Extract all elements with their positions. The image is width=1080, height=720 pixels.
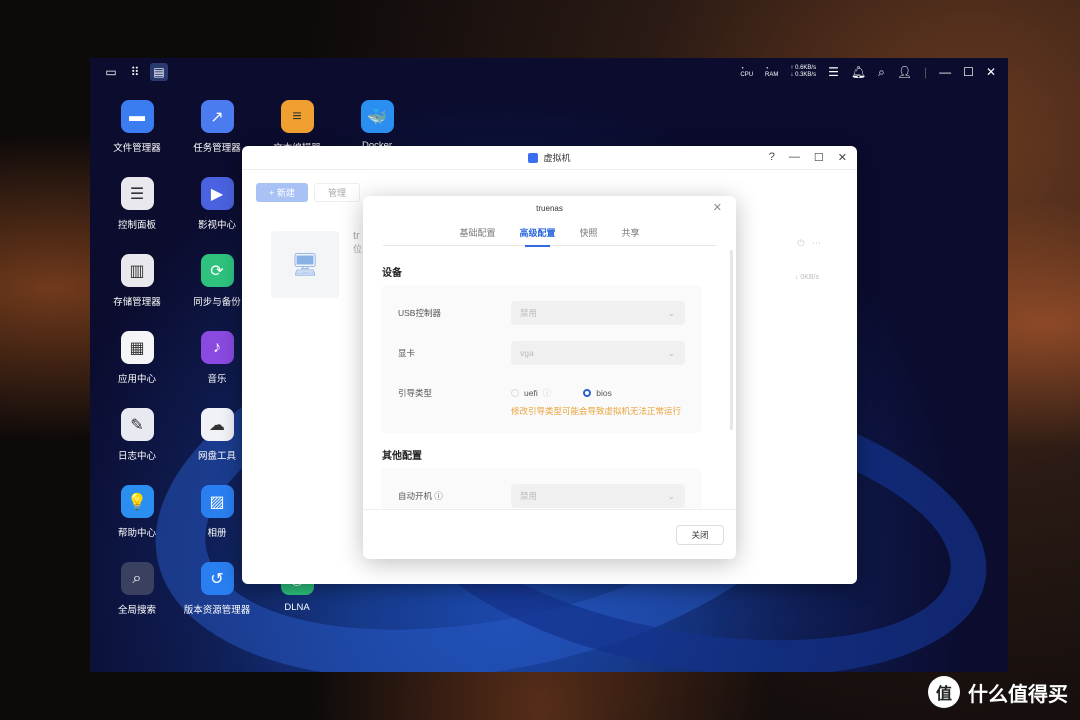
close-icon[interactable]: ✕: [838, 151, 847, 164]
desktop-app-icon[interactable]: ☰ 控制面板: [92, 177, 182, 231]
server-icon[interactable]: ☰: [828, 65, 839, 79]
app-label: 控制面板: [117, 220, 156, 231]
taskbar-vm-icon[interactable]: ▤: [150, 63, 168, 81]
radio-uefi[interactable]: uefi ⓘ: [511, 387, 551, 399]
app-icon: ↗: [200, 100, 234, 133]
section-device: 设备: [382, 268, 402, 279]
chevron-down-icon: ⌄: [667, 490, 675, 501]
app-label: 日志中心: [117, 451, 156, 462]
window-title: 虚拟机: [543, 153, 571, 163]
app-icon: ⌕: [120, 562, 154, 595]
dialog-title: truenas: [536, 203, 563, 213]
tabs: 基础配置 高级配置 快照 共享: [383, 220, 716, 247]
gpu-select[interactable]: vga ⌄: [511, 341, 685, 365]
boot-warning: 修改引导类型可能会导致虚拟机无法正常运行: [511, 406, 682, 416]
desktop-app-icon[interactable]: ✎ 日志中心: [92, 408, 182, 462]
desktop-app-icon[interactable]: ▥ 存储管理器: [92, 254, 182, 308]
section-other: 其他配置: [382, 451, 422, 462]
show-desktop-icon[interactable]: ▭: [102, 63, 120, 81]
maximize-icon[interactable]: ☐: [963, 65, 974, 79]
usb-select[interactable]: 禁用 ⌄: [511, 301, 685, 325]
network-speed: ↑ 0.6KB/s ↓ 0.3KB/s: [790, 65, 817, 78]
desktop-app-icon[interactable]: 💡 帮助中心: [92, 485, 182, 539]
app-icon: ☁: [200, 408, 234, 441]
close-icon[interactable]: ✕: [986, 65, 996, 79]
search-icon[interactable]: ⌕: [878, 65, 885, 80]
chevron-down-icon: ⌄: [667, 347, 675, 358]
power-icon: ⏻: [797, 238, 805, 248]
gpu-label: 显卡: [398, 348, 416, 358]
info-icon: ⓘ: [434, 491, 443, 501]
desktop-app-icon[interactable]: ▦ 应用中心: [92, 331, 182, 385]
user-icon[interactable]: 👤︎: [897, 65, 912, 79]
manage-button[interactable]: 管理: [314, 183, 360, 202]
minimize-icon[interactable]: —: [789, 151, 800, 164]
maximize-icon[interactable]: ☐: [814, 151, 824, 164]
ram-gauge-icon[interactable]: ◔ RAM: [765, 66, 778, 78]
cpu-gauge-icon[interactable]: ◔ CPU: [740, 66, 753, 78]
app-grid-icon[interactable]: ⠿: [126, 63, 144, 81]
app-label: 文件管理器: [113, 143, 161, 154]
scrollbar[interactable]: [730, 250, 733, 430]
app-icon: ▥: [120, 254, 154, 287]
vm-name: tr 位: [353, 230, 363, 254]
minimize-icon[interactable]: —: [939, 65, 951, 79]
more-icon: ⋯: [812, 238, 821, 248]
close-button[interactable]: 关闭: [676, 525, 724, 545]
app-icon: ▨: [200, 485, 234, 518]
app-icon: ▬: [120, 100, 154, 133]
radio-bios[interactable]: bios: [583, 388, 612, 398]
app-label: 应用中心: [117, 374, 156, 385]
close-icon[interactable]: ✕: [713, 201, 722, 214]
desktop-app-icon[interactable]: ⌕ 全局搜索: [92, 562, 182, 616]
info-icon: ⓘ: [542, 388, 552, 398]
app-icon: ♪: [200, 331, 234, 364]
app-label: 全局搜索: [117, 605, 156, 616]
vm-app-icon: [528, 152, 539, 163]
other-panel: 自动开机 ⓘ 禁用 ⌄: [381, 468, 702, 508]
app-icon: ≡: [280, 100, 314, 133]
app-label: DLNA: [284, 602, 310, 613]
app-icon: ☰: [120, 177, 154, 210]
vm-speed: ↓ 0KB/s: [794, 274, 819, 281]
app-icon: ↺: [200, 562, 234, 595]
device-panel: USB控制器 禁用 ⌄ 显卡 vga ⌄ 引导类型 uefi ⓘ bios 修改引导类…: [381, 285, 702, 433]
vm-thumbnail-linux-icon[interactable]: 🖥︎: [271, 231, 339, 298]
tab-advanced[interactable]: 高级配置: [519, 226, 556, 247]
app-icon: ▦: [120, 331, 154, 364]
tab-snapshot[interactable]: 快照: [580, 226, 598, 239]
help-icon[interactable]: ?: [769, 151, 775, 164]
desktop-app-icon[interactable]: 🐳Docker: [332, 100, 422, 151]
app-icon: ⟳: [200, 254, 234, 287]
bell-icon[interactable]: 🔔︎: [851, 65, 866, 79]
app-icon: ✎: [120, 408, 154, 441]
autostart-label: 自动开机 ⓘ: [398, 491, 443, 501]
app-icon: 💡: [120, 485, 154, 518]
app-icon: ▶: [200, 177, 234, 210]
vm-actions[interactable]: ⏻ ⋯: [797, 238, 821, 249]
app-label: 存储管理器: [113, 297, 161, 308]
boot-label: 引导类型: [398, 388, 433, 398]
tab-share[interactable]: 共享: [622, 226, 640, 239]
autostart-select[interactable]: 禁用 ⌄: [511, 484, 685, 508]
app-label: 版本资源管理器: [183, 605, 251, 616]
top-bar: ▭ ⠿ ▤ ◔ CPU ◔ RAM ↑ 0.6KB/s ↓ 0.3KB/s ☰ 🔔︎ …: [90, 58, 1008, 86]
vm-settings-dialog: truenas ✕ 基础配置 高级配置 快照 共享 设备 USB控制器 禁用 ⌄ 显…: [363, 196, 736, 559]
watermark-logo: 值: [928, 676, 960, 708]
new-vm-button[interactable]: + 新建: [256, 183, 308, 202]
usb-label: USB控制器: [398, 308, 441, 318]
tab-basic[interactable]: 基础配置: [459, 226, 495, 239]
app-label: 帮助中心: [117, 528, 156, 539]
app-icon: 🐳: [360, 100, 394, 133]
watermark: 值什么值得买: [928, 676, 1068, 708]
chevron-down-icon: ⌄: [667, 307, 675, 318]
desktop-app-icon[interactable]: ▬ 文件管理器: [92, 100, 182, 154]
